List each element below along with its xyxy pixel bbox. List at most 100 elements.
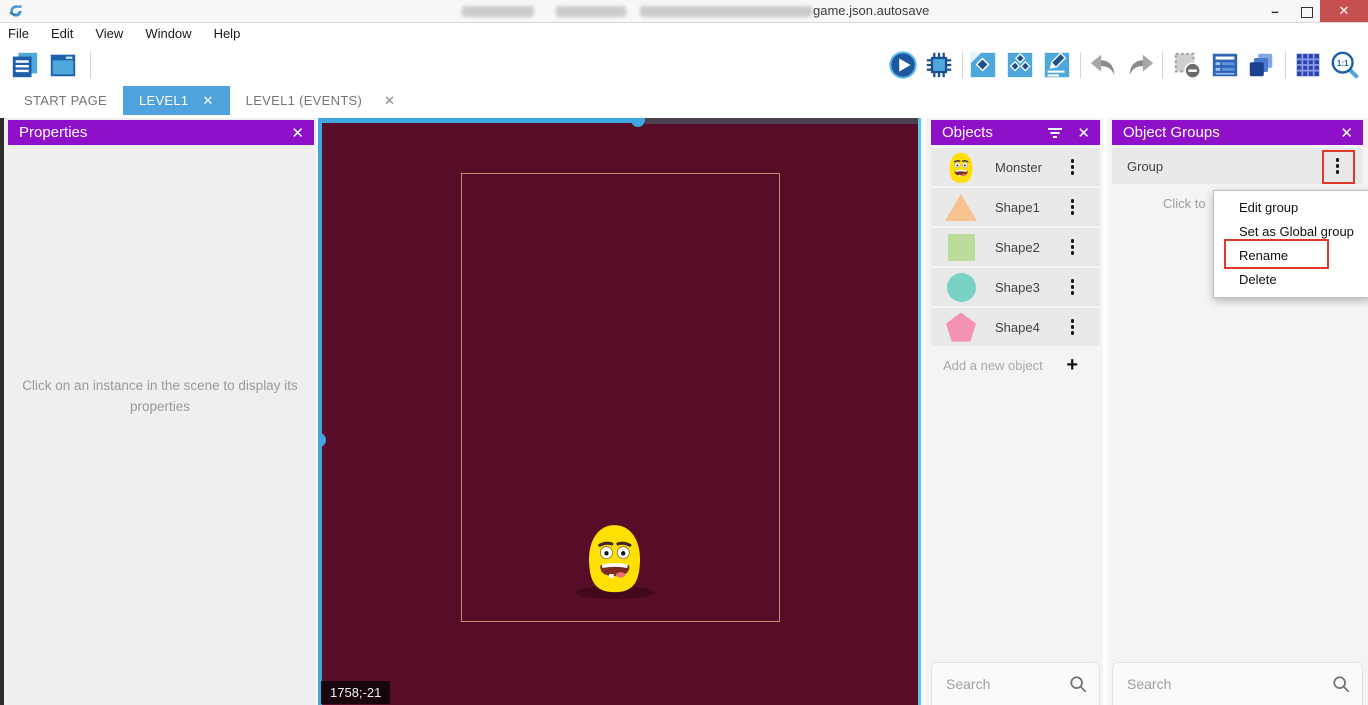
properties-panel-header: Properties ✕ <box>8 120 314 145</box>
object-row-shape3[interactable]: Shape3 <box>931 268 1100 306</box>
resize-handle-left[interactable] <box>318 433 326 447</box>
group-name: Group <box>1127 159 1163 174</box>
object-row-shape1[interactable]: Shape1 <box>931 188 1100 226</box>
tab-level1-events[interactable]: LEVEL1 (EVENTS) <box>230 86 379 115</box>
add-object-icon[interactable] <box>968 50 998 80</box>
layers-icon[interactable] <box>1246 50 1276 80</box>
object-groups-panel-header: Object Groups ✕ <box>1112 120 1363 145</box>
edit-scene-icon[interactable] <box>1042 50 1072 80</box>
selection-left-edge <box>318 118 322 705</box>
add-object-button[interactable]: Add a new object + <box>931 352 1100 378</box>
grid-icon[interactable] <box>1293 50 1323 80</box>
monster-thumbnail <box>945 151 977 183</box>
selection-right-edge <box>918 118 921 705</box>
object-name: Shape1 <box>995 200 1040 215</box>
group-context-menu: Edit group Set as Global group Rename De… <box>1213 190 1368 298</box>
object-menu-button[interactable] <box>1067 155 1079 179</box>
restore-button[interactable] <box>1292 0 1322 22</box>
tab-level1[interactable]: LEVEL1 ✕ <box>123 86 230 115</box>
object-name: Monster <box>995 160 1042 175</box>
selection-top-edge <box>318 118 632 123</box>
groups-search-input[interactable] <box>1125 675 1332 693</box>
triangle-thumbnail <box>945 191 977 223</box>
redacted-title-segment <box>556 6 626 17</box>
objects-panel-header: Objects ✕ <box>931 120 1100 145</box>
title-bar: game.json.autosave – ✕ <box>0 0 1368 23</box>
objects-panel: Objects ✕ Monster S <box>926 118 1103 705</box>
toolbar-separator <box>1285 52 1286 78</box>
object-row-monster[interactable]: Monster <box>931 148 1100 186</box>
object-row-shape2[interactable]: Shape2 <box>931 228 1100 266</box>
close-window-button[interactable]: ✕ <box>1320 0 1368 22</box>
menu-edit[interactable]: Edit <box>51 26 73 41</box>
redacted-title-segment <box>640 6 812 17</box>
menu-view[interactable]: View <box>95 26 123 41</box>
redacted-title-segment <box>462 6 534 17</box>
menu-window[interactable]: Window <box>145 26 191 41</box>
tab-start-page[interactable]: START PAGE <box>8 86 123 115</box>
groups-search <box>1112 662 1363 705</box>
menu-file[interactable]: File <box>8 26 29 41</box>
objects-panel-title: Objects <box>942 124 993 141</box>
plus-icon: + <box>1066 355 1078 375</box>
properties-empty-message: Click on an instance in the scene to dis… <box>12 376 308 418</box>
objects-search-input[interactable] <box>944 675 1069 693</box>
debugger-icon[interactable] <box>924 50 954 80</box>
search-icon <box>1069 675 1087 693</box>
object-name: Shape3 <box>995 280 1040 295</box>
properties-panel-title: Properties <box>19 124 87 141</box>
object-menu-button[interactable] <box>1067 235 1079 259</box>
close-objects-icon[interactable]: ✕ <box>1077 124 1090 142</box>
menu-item-edit-group[interactable]: Edit group <box>1214 196 1368 220</box>
tab-close-icon[interactable]: ✕ <box>202 93 213 109</box>
object-row-shape4[interactable]: Shape4 <box>931 308 1100 346</box>
main-content: Click on an instance in the scene to dis… <box>0 118 1368 705</box>
start-page-icon[interactable] <box>48 50 78 80</box>
resize-handle-top[interactable] <box>631 118 645 127</box>
tab-close-icon[interactable]: ✕ <box>378 86 401 115</box>
menu-bar: File Edit View Window Help <box>0 23 1368 43</box>
window-title: game.json.autosave <box>813 3 929 18</box>
objects-search <box>931 662 1100 705</box>
monster-instance[interactable] <box>581 521 648 595</box>
tab-label: LEVEL1 (EVENTS) <box>246 93 363 108</box>
menu-item-rename[interactable]: Rename <box>1214 244 1368 268</box>
menu-help[interactable]: Help <box>214 26 241 41</box>
object-menu-button[interactable] <box>1067 315 1079 339</box>
menu-item-set-global-group[interactable]: Set as Global group <box>1214 220 1368 244</box>
group-menu-button[interactable] <box>1332 154 1344 178</box>
toolbar: 1:1 <box>0 43 1368 86</box>
toolbar-separator <box>962 52 963 78</box>
object-groups-panel-title: Object Groups <box>1123 124 1220 141</box>
gdevelop-window: game.json.autosave – ✕ File Edit View Wi… <box>0 0 1368 705</box>
object-menu-button[interactable] <box>1067 275 1079 299</box>
minimize-button[interactable]: – <box>1258 0 1292 22</box>
scene-canvas[interactable]: 1758;-21 <box>318 118 921 705</box>
groups-hint-text: Click to <box>1163 196 1206 211</box>
pentagon-thumbnail <box>945 311 977 343</box>
zoom-ratio-label: 1:1 <box>1337 59 1349 68</box>
group-row[interactable]: Group <box>1112 148 1363 184</box>
delete-selection-icon[interactable] <box>1172 50 1202 80</box>
search-icon <box>1332 675 1350 693</box>
square-thumbnail <box>945 231 977 263</box>
filter-icon[interactable] <box>1047 126 1063 140</box>
menu-item-delete[interactable]: Delete <box>1214 268 1368 292</box>
redo-icon[interactable] <box>1126 50 1156 80</box>
project-manager-icon[interactable] <box>10 50 40 80</box>
toolbar-separator <box>1080 52 1081 78</box>
play-preview-icon[interactable] <box>888 50 918 80</box>
object-menu-button[interactable] <box>1067 195 1079 219</box>
circle-thumbnail <box>945 271 977 303</box>
close-object-groups-icon[interactable]: ✕ <box>1340 124 1353 142</box>
objects-editor-icon[interactable] <box>1005 50 1035 80</box>
instances-list-icon[interactable] <box>1210 50 1240 80</box>
tab-label: START PAGE <box>24 93 107 108</box>
close-properties-icon[interactable]: ✕ <box>291 124 304 142</box>
undo-icon[interactable] <box>1088 50 1118 80</box>
object-name: Shape4 <box>995 320 1040 335</box>
zoom-original-icon[interactable]: 1:1 <box>1330 50 1360 80</box>
tab-label: LEVEL1 <box>139 93 189 108</box>
cursor-coordinates: 1758;-21 <box>321 681 390 704</box>
toolbar-separator <box>90 52 91 78</box>
